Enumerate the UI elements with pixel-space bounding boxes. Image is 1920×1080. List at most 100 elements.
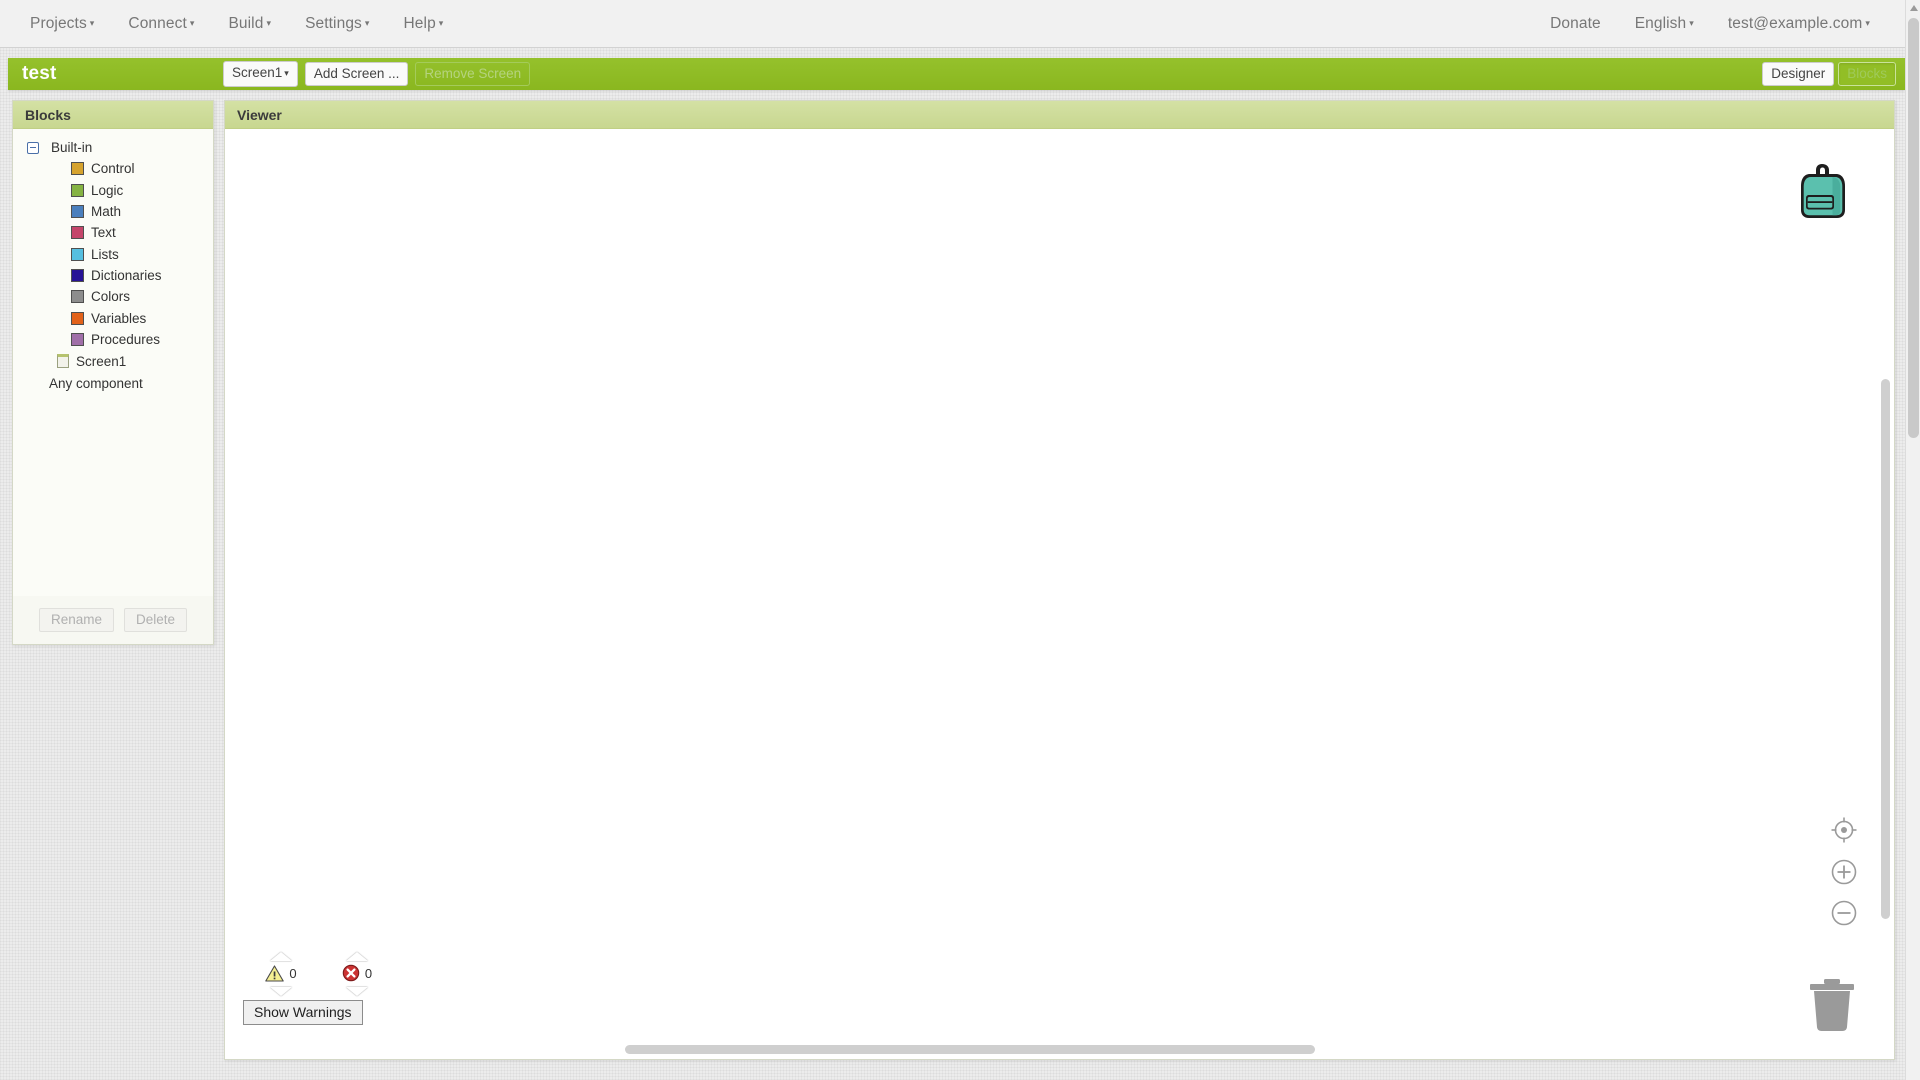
designer-toggle-button[interactable]: Designer: [1762, 62, 1835, 86]
user-email-label: test@example.com: [1727, 14, 1863, 32]
error-counter-group: 0: [335, 952, 379, 996]
chevron-down-icon: ▾: [89, 18, 95, 28]
show-warnings-button[interactable]: Show Warnings: [243, 1000, 363, 1025]
blocks-category-label: Procedures: [91, 332, 161, 348]
donate-label: Donate: [1550, 14, 1601, 32]
workspace-vertical-scrollbar[interactable]: [1881, 379, 1890, 919]
scroll-up-arrow-icon[interactable]: [1910, 5, 1918, 11]
color-swatch-icon: [71, 162, 84, 176]
menu-build[interactable]: Build ▾: [211, 11, 288, 37]
blocks-category-text[interactable]: Text: [13, 222, 213, 243]
blocks-panel: Blocks Built-in Control Logic Math Text …: [12, 100, 214, 645]
backpack-icon[interactable]: [1788, 157, 1860, 223]
tree-node-builtin[interactable]: Built-in: [13, 137, 213, 158]
error-prev-icon[interactable]: [346, 952, 368, 961]
error-count-row: 0: [342, 963, 372, 983]
tree-node-builtin-label: Built-in: [51, 140, 93, 155]
viewer-panel: Viewer 0 0 Show Warnings: [224, 100, 1895, 1060]
screen-icon: [57, 354, 69, 369]
blocks-category-label: Control: [91, 161, 135, 177]
warning-count: 0: [289, 965, 297, 981]
color-swatch-icon: [71, 290, 84, 304]
blocks-category-logic[interactable]: Logic: [13, 179, 213, 200]
menu-settings[interactable]: Settings ▾: [288, 11, 386, 37]
blocks-category-label: Colors: [91, 289, 131, 305]
blocks-category-label: Dictionaries: [91, 268, 162, 284]
menu-settings-label: Settings: [305, 14, 362, 32]
blocks-category-control[interactable]: Control: [13, 158, 213, 179]
blocks-category-procedures[interactable]: Procedures: [13, 329, 213, 350]
user-account-menu[interactable]: test@example.com ▾: [1711, 11, 1887, 37]
remove-screen-button: Remove Screen: [415, 62, 531, 86]
viewer-panel-header: Viewer: [225, 101, 1894, 129]
blocks-panel-footer: Rename Delete: [13, 596, 213, 644]
delete-button: Delete: [124, 608, 188, 632]
chevron-down-icon: ▾: [1865, 18, 1870, 28]
chevron-down-icon: ▾: [284, 67, 289, 78]
tree-node-screen1[interactable]: Screen1: [13, 350, 213, 371]
warning-error-indicator: 0 0 Show Warnings: [243, 952, 393, 1025]
tree-node-screen1-label: Screen1: [76, 353, 127, 369]
menu-help-label: Help: [403, 14, 436, 32]
account-menu-group: Donate English ▾ test@example.com ▾: [1533, 11, 1905, 37]
zoom-in-icon[interactable]: [1831, 859, 1857, 890]
language-label: English: [1634, 14, 1687, 32]
screen-selector-dropdown[interactable]: Screen1 ▾: [223, 61, 298, 87]
warning-next-icon[interactable]: [270, 987, 292, 996]
chevron-down-icon: ▾: [1689, 18, 1694, 28]
menu-help[interactable]: Help ▾: [387, 11, 461, 37]
warning-prev-icon[interactable]: [270, 952, 292, 961]
blocks-workspace-canvas[interactable]: 0 0 Show Warnings: [225, 129, 1894, 1059]
blocks-category-label: Logic: [91, 182, 124, 198]
chevron-down-icon: ▾: [189, 18, 195, 28]
blocks-tree: Built-in Control Logic Math Text Lists D…: [13, 129, 213, 596]
project-toolbar: test Screen1 ▾ Add Screen ... Remove Scre…: [8, 58, 1905, 90]
blocks-category-label: Lists: [91, 246, 119, 262]
error-next-icon[interactable]: [346, 987, 368, 996]
warning-error-row: 0 0: [243, 952, 393, 996]
warning-counter-group: 0: [259, 952, 303, 996]
zoom-out-icon[interactable]: [1831, 900, 1857, 931]
blocks-category-lists[interactable]: Lists: [13, 244, 213, 265]
menu-connect-label: Connect: [128, 14, 187, 32]
add-screen-button[interactable]: Add Screen ...: [304, 62, 409, 86]
menu-connect[interactable]: Connect ▾: [111, 11, 211, 37]
top-menu-bar: Projects ▾ Connect ▾ Build ▾ Settings ▾ Help…: [0, 0, 1905, 48]
color-swatch-icon: [71, 204, 84, 218]
warning-count-row: 0: [265, 963, 297, 983]
chevron-down-icon: ▾: [438, 18, 444, 28]
workspace-horizontal-scrollbar[interactable]: [625, 1045, 1315, 1054]
blocks-category-label: Text: [91, 225, 116, 241]
rename-button: Rename: [38, 608, 114, 632]
blocks-toggle-button: Blocks: [1838, 62, 1896, 86]
project-title: test: [22, 63, 57, 84]
blocks-category-math[interactable]: Math: [13, 201, 213, 222]
page-scrollbar[interactable]: [1905, 0, 1920, 1080]
color-swatch-icon: [71, 311, 84, 325]
color-swatch-icon: [71, 247, 84, 261]
collapse-minus-icon[interactable]: [27, 141, 39, 154]
language-selector[interactable]: English ▾: [1618, 11, 1711, 37]
workspace-zoom-controls: [1830, 816, 1858, 931]
error-count: 0: [364, 965, 373, 981]
color-swatch-icon: [71, 333, 84, 347]
center-target-icon[interactable]: [1830, 816, 1858, 849]
color-swatch-icon: [71, 183, 84, 197]
trash-can-icon[interactable]: [1802, 975, 1862, 1037]
donate-link[interactable]: Donate: [1533, 11, 1618, 37]
tree-node-any-component[interactable]: Any component: [13, 372, 213, 394]
chevron-down-icon: ▾: [266, 18, 272, 28]
screen-selector-label: Screen1: [232, 65, 283, 80]
color-swatch-icon: [71, 269, 84, 283]
page-scrollbar-thumb[interactable]: [1908, 18, 1919, 438]
blocks-category-dictionaries[interactable]: Dictionaries: [13, 265, 213, 286]
blocks-category-colors[interactable]: Colors: [13, 286, 213, 307]
blocks-panel-header: Blocks: [13, 101, 213, 129]
view-toggle-group: Designer Blocks: [1762, 62, 1905, 86]
menu-projects[interactable]: Projects ▾: [13, 11, 111, 37]
menu-projects-label: Projects: [30, 14, 87, 32]
blocks-category-label: Variables: [91, 310, 147, 326]
chevron-down-icon: ▾: [364, 18, 370, 28]
blocks-category-variables[interactable]: Variables: [13, 308, 213, 329]
menu-build-label: Build: [228, 14, 264, 32]
